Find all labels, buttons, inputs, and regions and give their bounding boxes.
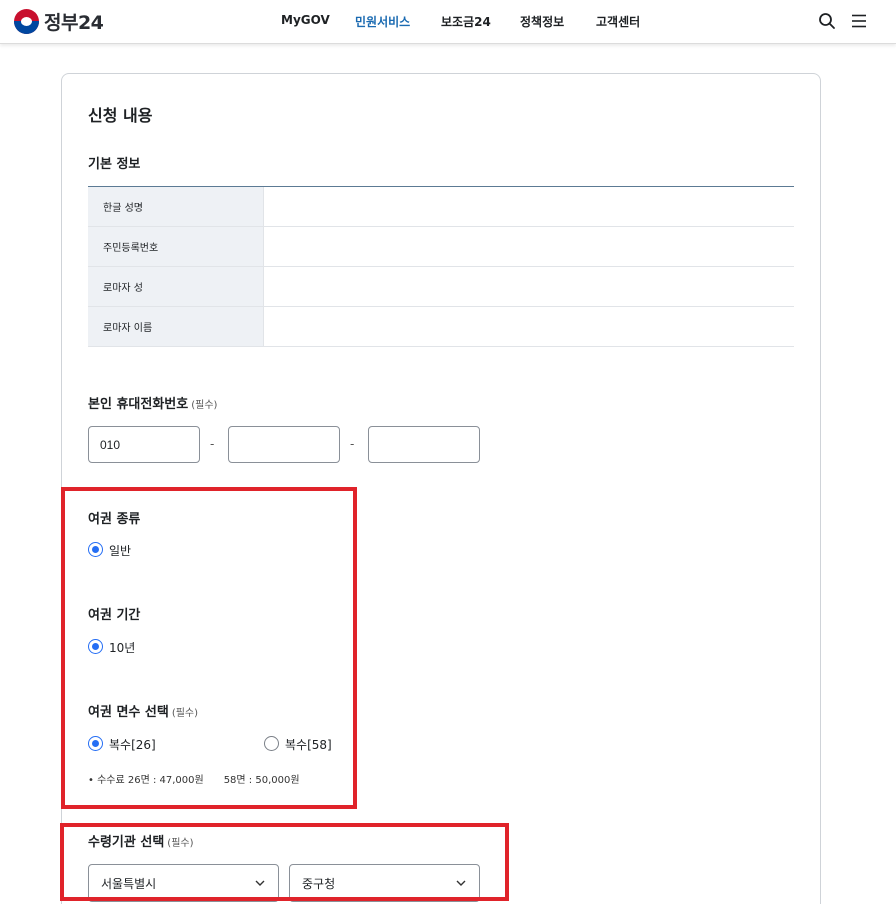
table-row: 로마자 이름 — [88, 307, 794, 347]
nav-item-mygov[interactable]: MyGOV — [281, 13, 330, 27]
table-row: 주민등록번호 — [88, 227, 794, 267]
nav-item-policy-info[interactable]: 정책정보 — [520, 13, 564, 30]
nav-item-subsidy24[interactable]: 보조금24 — [441, 13, 491, 30]
top-header: 정부24 MyGOV 민원서비스 보조금24 정책정보 고객센터 — [0, 0, 896, 44]
nav-item-civil-service[interactable]: 민원서비스 — [355, 13, 410, 30]
roman-surname-label: 로마자 성 — [88, 267, 264, 306]
phone-middle-input[interactable] — [228, 426, 340, 463]
table-row: 로마자 성 — [88, 267, 794, 307]
nav-item-customer-center[interactable]: 고객센터 — [596, 13, 640, 30]
phone-separator: - — [210, 437, 215, 451]
form-title: 신청 내용 — [88, 106, 153, 125]
phone-label: 본인 휴대전화번호 (필수) — [88, 393, 217, 412]
resident-number-label: 주민등록번호 — [88, 227, 264, 266]
roman-given-name-value — [264, 307, 794, 346]
table-row: 한글 성명 — [88, 187, 794, 227]
main-nav: MyGOV 민원서비스 보조금24 정책정보 고객센터 — [0, 0, 896, 44]
search-icon[interactable] — [818, 12, 836, 30]
agency-highlight — [60, 823, 509, 901]
roman-given-name-label: 로마자 이름 — [88, 307, 264, 346]
resident-number-value — [264, 227, 794, 266]
korean-name-label: 한글 성명 — [88, 187, 264, 226]
basic-info-table: 한글 성명 주민등록번호 로마자 성 로마자 이름 — [88, 186, 794, 347]
roman-surname-value — [264, 267, 794, 306]
basic-info-heading: 기본 정보 — [88, 157, 141, 172]
phone-last-input[interactable] — [368, 426, 480, 463]
korean-name-value — [264, 187, 794, 226]
passport-options-highlight — [61, 487, 357, 809]
phone-label-text: 본인 휴대전화번호 — [88, 397, 189, 412]
phone-prefix-input[interactable]: 010 — [88, 426, 200, 463]
menu-icon[interactable] — [850, 12, 868, 30]
phone-separator: - — [350, 437, 355, 451]
required-mark: (필수) — [191, 400, 218, 411]
